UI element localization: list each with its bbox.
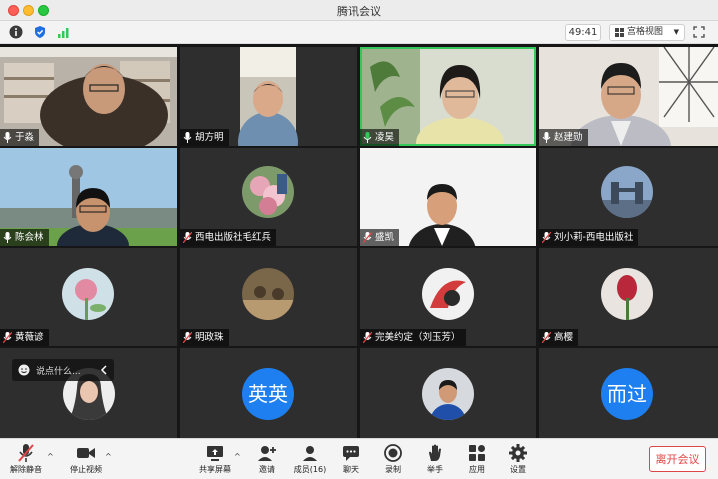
participant-name-tag: 西电出版社毛红兵 bbox=[180, 229, 277, 246]
participant-name-tag: 高樱 bbox=[539, 329, 579, 346]
microphone-muted-icon bbox=[363, 332, 372, 343]
meeting-timer: 49:41 bbox=[565, 24, 601, 41]
invite-button[interactable]: 邀请 bbox=[252, 441, 282, 477]
participant-name-tag: 刘小莉-西电出版社 bbox=[539, 229, 639, 246]
participant-avatar bbox=[422, 268, 474, 320]
participant-tile[interactable]: 胡方明 bbox=[180, 47, 357, 146]
participant-avatar bbox=[62, 268, 114, 320]
grid-icon bbox=[615, 28, 624, 37]
participant-tile[interactable]: 高樱 bbox=[539, 248, 718, 346]
add-user-icon bbox=[258, 446, 276, 461]
shield-icon[interactable] bbox=[33, 25, 47, 39]
microphone-muted-icon bbox=[363, 232, 372, 243]
grid-view-dropdown[interactable]: 宫格视图 ▼ bbox=[609, 24, 685, 41]
participant-name-tag: 赵建勋 bbox=[539, 129, 588, 146]
raise-hand-button[interactable]: 举手 bbox=[421, 441, 449, 477]
microphone-icon bbox=[183, 132, 192, 143]
unmute-button[interactable]: 解除静音 bbox=[6, 441, 46, 477]
microphone-muted-icon bbox=[183, 232, 192, 243]
chat-input-placeholder[interactable]: 说点什么... bbox=[36, 364, 81, 377]
participant-avatar bbox=[242, 166, 294, 218]
participant-tile[interactable]: 于淼 bbox=[0, 47, 177, 146]
video-camera-icon bbox=[77, 448, 95, 458]
fullscreen-icon[interactable] bbox=[693, 26, 705, 38]
microphone-icon bbox=[542, 132, 551, 143]
participant-tile[interactable]: 完美约定（刘玉芳） bbox=[360, 248, 536, 346]
record-button[interactable]: 录制 bbox=[379, 441, 407, 477]
window-titlebar: 腾讯会议 bbox=[0, 0, 718, 21]
participant-tile-speaking[interactable]: 凌昊 bbox=[360, 47, 536, 146]
participant-tile[interactable]: 刘小莉-西电出版社 bbox=[539, 148, 718, 246]
unmute-options-caret[interactable]: ^ bbox=[47, 452, 54, 461]
chat-icon bbox=[343, 446, 359, 461]
microphone-icon bbox=[3, 232, 12, 243]
participant-tile[interactable]: 英英 bbox=[180, 348, 357, 438]
settings-button[interactable]: 设置 bbox=[504, 441, 532, 477]
meeting-info-bar: 49:41 宫格视图 ▼ bbox=[0, 21, 718, 44]
participant-text-avatar: 而过 bbox=[601, 368, 653, 420]
video-options-caret[interactable]: ^ bbox=[105, 452, 112, 461]
participant-name-tag: 陈会林 bbox=[0, 229, 49, 246]
raise-hand-icon bbox=[429, 444, 441, 461]
members-button[interactable]: 成员(16) bbox=[293, 441, 327, 477]
participant-tile[interactable]: 西电出版社毛红兵 bbox=[180, 148, 357, 246]
signal-icon[interactable] bbox=[57, 25, 71, 39]
chat-button[interactable]: 聊天 bbox=[337, 441, 365, 477]
participant-name-tag: 完美约定（刘玉芳） bbox=[360, 329, 466, 346]
participant-text-avatar: 英英 bbox=[242, 368, 294, 420]
leave-meeting-button[interactable]: 离开会议 bbox=[649, 446, 706, 472]
microphone-muted-icon bbox=[542, 332, 551, 343]
chevron-left-icon[interactable] bbox=[100, 365, 108, 375]
quick-chat-popup[interactable]: 说点什么... bbox=[12, 359, 114, 381]
chevron-down-icon: ▼ bbox=[673, 28, 679, 36]
participant-tile[interactable]: 而过 bbox=[539, 348, 718, 438]
gear-icon bbox=[509, 444, 527, 462]
share-screen-icon bbox=[207, 446, 223, 461]
microphone-icon bbox=[3, 132, 12, 143]
stop-video-button[interactable]: 停止视频 bbox=[65, 441, 107, 477]
participant-name-tag: 黄薇谚 bbox=[0, 329, 49, 346]
emoji-icon[interactable] bbox=[18, 364, 30, 376]
share-screen-button[interactable]: 共享屏幕 bbox=[197, 441, 233, 477]
participant-avatar bbox=[242, 268, 294, 320]
participant-avatar bbox=[601, 268, 653, 320]
participant-name-tag: 胡方明 bbox=[180, 129, 229, 146]
apps-button[interactable]: 应用 bbox=[463, 441, 491, 477]
share-options-caret[interactable]: ^ bbox=[234, 452, 241, 461]
participant-tile[interactable]: 赵建勋 bbox=[539, 47, 718, 146]
participant-tile[interactable] bbox=[360, 348, 536, 438]
participant-name-tag: 于淼 bbox=[0, 129, 40, 146]
participant-tile[interactable]: 陈会林 bbox=[0, 148, 177, 246]
participant-tile[interactable]: 盛凯 bbox=[360, 148, 536, 246]
participant-tile[interactable]: 明政珠 bbox=[180, 248, 357, 346]
view-mode-label: 宫格视图 bbox=[627, 27, 664, 37]
microphone-muted-icon bbox=[183, 332, 192, 343]
record-icon bbox=[384, 444, 402, 462]
microphone-muted-icon bbox=[542, 232, 551, 243]
participant-name-tag: 凌昊 bbox=[360, 129, 400, 146]
participant-avatar bbox=[601, 166, 653, 218]
apps-icon bbox=[469, 445, 485, 461]
members-icon bbox=[303, 446, 317, 461]
participant-avatar bbox=[422, 368, 474, 420]
participant-name-tag: 明政珠 bbox=[180, 329, 229, 346]
microphone-muted-icon bbox=[3, 332, 12, 343]
info-icon[interactable] bbox=[9, 25, 23, 39]
microphone-muted-icon bbox=[18, 444, 34, 462]
microphone-icon bbox=[363, 132, 372, 143]
window-title: 腾讯会议 bbox=[337, 5, 381, 18]
participant-tile[interactable]: 黄薇谚 bbox=[0, 248, 177, 346]
participant-name-tag: 盛凯 bbox=[360, 229, 400, 246]
meeting-toolbar: 解除静音 ^ 停止视频 ^ 共享屏幕 ^ 邀请 成员(16) 聊天 录制 举手 … bbox=[0, 438, 718, 479]
